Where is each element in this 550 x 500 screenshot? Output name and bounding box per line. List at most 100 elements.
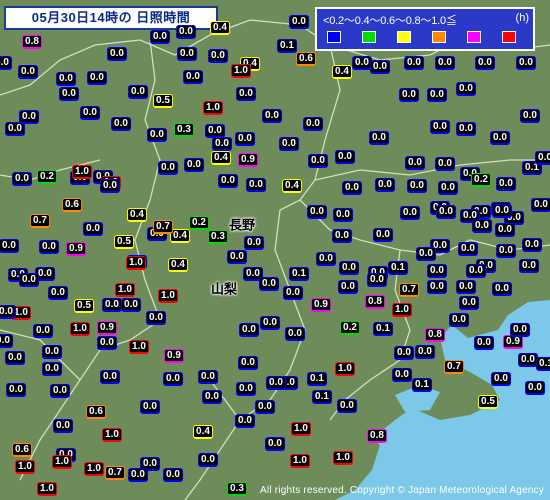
copyright-text: All rights reserved. Copyright © Japan M… bbox=[260, 485, 544, 496]
station-value: 0.0 bbox=[255, 400, 275, 414]
station-value: 0.0 bbox=[12, 172, 32, 186]
station-value: 0.8 bbox=[367, 429, 387, 443]
station-value: 0.0 bbox=[266, 376, 286, 390]
station-value: 0.0 bbox=[289, 15, 309, 29]
station-value: 0.5 bbox=[74, 299, 94, 313]
station-value: 0.0 bbox=[260, 316, 280, 330]
station-value: 1.0 bbox=[291, 422, 311, 436]
station-value: 0.6 bbox=[62, 198, 82, 212]
station-value: 0.0 bbox=[531, 198, 550, 212]
station-value: 0.0 bbox=[184, 158, 204, 172]
station-value: 0.0 bbox=[337, 399, 357, 413]
station-value: 0.0 bbox=[56, 72, 76, 86]
station-value: 0.0 bbox=[262, 109, 282, 123]
station-value: 0.0 bbox=[307, 205, 327, 219]
station-value: 0.0 bbox=[19, 110, 39, 124]
station-value: 0.0 bbox=[246, 178, 266, 192]
station-value: 0.0 bbox=[427, 264, 447, 278]
station-value: 0.0 bbox=[367, 273, 387, 287]
station-value: 0.0 bbox=[100, 370, 120, 384]
legend-swatch-0-4 bbox=[397, 31, 411, 43]
station-value: 0.0 bbox=[0, 56, 12, 70]
station-value: 0.0 bbox=[496, 244, 516, 258]
station-value: 0.0 bbox=[316, 252, 336, 266]
legend-swatch-0-6 bbox=[432, 31, 446, 43]
legend-swatch-0-8 bbox=[467, 31, 481, 43]
station-value: 0.0 bbox=[128, 468, 148, 482]
station-value: 0.0 bbox=[128, 85, 148, 99]
station-value: 0.0 bbox=[373, 228, 393, 242]
place-label-yamanashi: 山梨 bbox=[210, 281, 238, 297]
station-value: 0.0 bbox=[407, 179, 427, 193]
station-value: 0.8 bbox=[365, 295, 385, 309]
station-value: 0.4 bbox=[210, 21, 230, 35]
station-value: 0.0 bbox=[239, 323, 259, 337]
station-value: 1.0 bbox=[129, 340, 149, 354]
station-value: 0.0 bbox=[342, 181, 362, 195]
station-value: 0.0 bbox=[394, 346, 414, 360]
station-value: 0.0 bbox=[0, 239, 19, 253]
station-value: 1.0 bbox=[72, 165, 92, 179]
station-value: 0.4 bbox=[282, 179, 302, 193]
station-value: 0.0 bbox=[510, 323, 530, 337]
station-value: 0.6 bbox=[296, 52, 316, 66]
station-value: 1.0 bbox=[231, 64, 251, 78]
station-value: 0.7 bbox=[105, 466, 125, 480]
station-value: 1.0 bbox=[84, 462, 104, 476]
station-value: 0.0 bbox=[303, 117, 323, 131]
place-label-nagano: 長野 bbox=[228, 217, 256, 233]
station-value: 0.0 bbox=[458, 242, 478, 256]
station-value: 0.0 bbox=[522, 238, 542, 252]
station-value: 0.0 bbox=[150, 30, 170, 44]
station-value: 0.0 bbox=[147, 128, 167, 142]
station-value: 0.9 bbox=[503, 335, 523, 349]
station-value: 0.0 bbox=[265, 437, 285, 451]
legend-swatch-ge-1-0 bbox=[502, 31, 516, 43]
station-value: 0.0 bbox=[491, 372, 511, 386]
station-value: 0.0 bbox=[492, 204, 512, 218]
station-value: 0.0 bbox=[415, 345, 435, 359]
station-value: 0.9 bbox=[311, 298, 331, 312]
station-value: 0.1 bbox=[536, 357, 550, 371]
station-value: 0.0 bbox=[516, 56, 536, 70]
station-value: 0.0 bbox=[519, 259, 539, 273]
station-value: 0.0 bbox=[198, 453, 218, 467]
station-value: 0.0 bbox=[392, 368, 412, 382]
legend-unit: (h) bbox=[515, 12, 529, 24]
station-value: 0.9 bbox=[97, 321, 117, 335]
station-value: 0.0 bbox=[456, 280, 476, 294]
station-value: 0.0 bbox=[416, 247, 436, 261]
station-value: 0.1 bbox=[277, 39, 297, 53]
station-value: 0.7 bbox=[444, 360, 464, 374]
station-value: 0.0 bbox=[42, 362, 62, 376]
station-value: 0.0 bbox=[227, 250, 247, 264]
station-value: 0.0 bbox=[208, 49, 228, 63]
station-value: 0.0 bbox=[285, 327, 305, 341]
station-value: 0.0 bbox=[19, 273, 39, 287]
station-value: 0.0 bbox=[496, 177, 516, 191]
station-value: 0.0 bbox=[399, 88, 419, 102]
station-value: 0.1 bbox=[312, 390, 332, 404]
station-value: 0.3 bbox=[174, 123, 194, 137]
station-value: 1.0 bbox=[115, 283, 135, 297]
legend: <0.2～0.4～0.6～0.8～1.0≦ (h) bbox=[315, 7, 535, 51]
station-value: 0.7 bbox=[153, 220, 173, 234]
station-value: 0.0 bbox=[0, 305, 16, 319]
station-value: 0.5 bbox=[153, 94, 173, 108]
station-value: 0.0 bbox=[6, 383, 26, 397]
station-value: 0.8 bbox=[22, 35, 42, 49]
station-value: 1.0 bbox=[52, 455, 72, 469]
station-value: 1.0 bbox=[203, 101, 223, 115]
station-value: 0.2 bbox=[340, 321, 360, 335]
station-value: 0.0 bbox=[375, 178, 395, 192]
station-value: 0.0 bbox=[438, 181, 458, 195]
station-value: 0.1 bbox=[388, 261, 408, 275]
station-value: 1.0 bbox=[333, 451, 353, 465]
station-value: 0.0 bbox=[475, 56, 495, 70]
station-value: 0.0 bbox=[279, 137, 299, 151]
station-value: 0.0 bbox=[218, 174, 238, 188]
station-value: 0.0 bbox=[332, 229, 352, 243]
station-value: 0.0 bbox=[39, 240, 59, 254]
station-value: 0.0 bbox=[59, 87, 79, 101]
legend-swatches bbox=[327, 31, 516, 43]
